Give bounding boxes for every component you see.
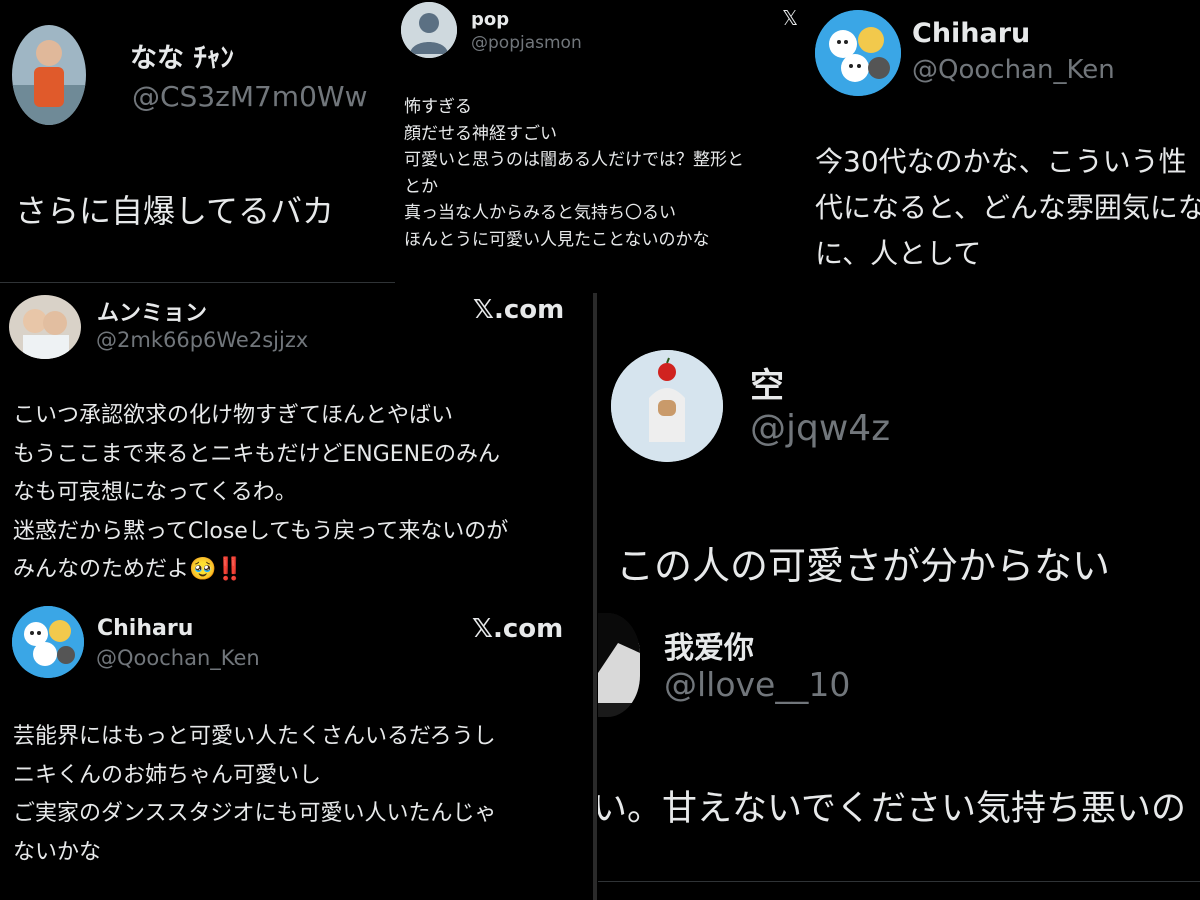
tweet-line: に、人として	[815, 237, 982, 270]
tweet-text: 怖すぎる 顔だせる神経すごい 可愛いと思うのは闇ある人だけでは？整形と とか 真…	[404, 94, 744, 253]
tweet-line: もうここまで来るとニキもだけどENGENEのみん	[13, 441, 501, 467]
default-user-icon	[401, 2, 457, 58]
tweet-line: 怖すぎる	[404, 97, 472, 117]
user-handle[interactable]: @llove__10	[664, 665, 850, 704]
avatar[interactable]	[9, 295, 81, 359]
display-name[interactable]: pop	[471, 9, 509, 30]
user-handle[interactable]: @2mk66p6We2sjjzx	[96, 328, 308, 352]
apple-figure-icon	[611, 350, 723, 462]
tweet-line: ニキくんのお姉ちゃん可愛いし	[13, 762, 322, 788]
tweet-line: さらに自爆してるバカ	[15, 192, 335, 230]
person-photo-icon	[12, 25, 86, 125]
tweet-line: 今30代なのかな、こういう性	[815, 145, 1187, 178]
divider	[598, 881, 1200, 882]
avatar[interactable]	[815, 10, 901, 96]
x-com-logo: 𝕏.com	[472, 614, 564, 644]
dark-hair-person-icon	[598, 613, 640, 717]
avatar[interactable]	[401, 2, 457, 58]
x-logo-icon: 𝕏	[782, 6, 799, 30]
user-handle[interactable]: @Qoochan_Ken	[912, 55, 1115, 85]
tweet-panel-4: ムンミョン @2mk66p6We2sjjzx 𝕏.com こいつ承認欲求の化け物…	[0, 293, 592, 600]
tweet-line: この人の可愛さが分からない	[616, 544, 1111, 588]
tweet-panel-7: 我爱你 @llove__10 い。甘えないでください気持ち悪いの	[598, 603, 1200, 900]
x-com-logo: 𝕏.com	[473, 295, 565, 325]
tweet-text: 芸能界にはもっと可愛い人たくさんいるだろうし ニキくんのお姉ちゃん可愛いし ご実…	[13, 718, 497, 872]
tweet-line: 顔だせる神経すごい	[404, 123, 557, 144]
tweet-line: い。甘えないでください気持ち悪いの	[598, 789, 1186, 829]
tweet-line: ないかな	[13, 839, 102, 865]
tweet-line: ご実家のダンススタジオにも可愛い人いたんじゃ	[13, 801, 497, 826]
display-name[interactable]: 空	[750, 358, 784, 407]
user-handle[interactable]: @jqw4z	[750, 408, 890, 449]
user-handle[interactable]: @Qoochan_Ken	[96, 646, 260, 670]
tweet-line: とか	[404, 176, 438, 197]
tweet-panel-3: Chiharu @Qoochan_Ken 今30代なのかな、こういう性 代になる…	[805, 0, 1200, 293]
tweet-line: 可愛いと思うのは闇ある人だけでは？整形と	[404, 150, 744, 170]
cartoon-characters-icon	[12, 606, 84, 678]
person-photo-icon	[9, 295, 81, 359]
tweet-line: ほんとうに可愛い人見たことないのかな	[404, 229, 710, 250]
tweet-line: 真っ当な人からみると気持ち〇るい	[404, 203, 676, 223]
display-name[interactable]: Chiharu	[97, 616, 193, 641]
display-name[interactable]: なな ﾁｬﾝ	[130, 36, 234, 75]
tweet-text: 今30代なのかな、こういう性 代になると、どんな雰囲気にな に、人として	[815, 139, 1200, 277]
tweet-text: さらに自爆してるバカ	[15, 186, 334, 232]
tweet-line: 芸能界にはもっと可愛い人たくさんいるだろうし	[13, 724, 496, 749]
avatar[interactable]	[12, 606, 84, 678]
divider	[0, 282, 400, 283]
user-handle[interactable]: @CS3zM7m0Ww	[132, 80, 367, 113]
panel-separator	[593, 293, 597, 900]
tweet-panel-6: Chiharu @Qoochan_Ken 𝕏.com 芸能界にはもっと可愛い人た…	[0, 600, 592, 900]
tweet-line: こいつ承認欲求の化け物すぎてほんとやばい	[13, 403, 454, 428]
tweet-text: こいつ承認欲求の化け物すぎてほんとやばい もうここまで来るとニキもだけどENGE…	[13, 397, 508, 590]
tweet-line: なも可哀想になってくるわ。	[13, 480, 297, 505]
tweet-text: い。甘えないでください気持ち悪いの	[598, 780, 1186, 831]
avatar[interactable]	[12, 25, 86, 125]
display-name[interactable]: 我爱你	[664, 623, 754, 667]
tweet-panel-5: 空 @jqw4z この人の可愛さが分からない	[598, 298, 1200, 598]
tweet-line: みんなのためだよ🥹‼️	[13, 557, 244, 582]
avatar[interactable]	[611, 350, 723, 462]
display-name[interactable]: ムンミョン	[97, 295, 207, 327]
display-name[interactable]: Chiharu	[912, 18, 1030, 49]
tweet-panel-1: なな ﾁｬﾝ @CS3zM7m0Ww さらに自爆してるバカ	[0, 0, 400, 290]
tweet-panel-2: pop @popjasmon 𝕏 怖すぎる 顔だせる神経すごい 可愛いと思うのは…	[395, 0, 805, 293]
tweet-text: この人の可愛さが分からない	[616, 535, 1110, 590]
cartoon-characters-icon	[815, 10, 901, 96]
user-handle[interactable]: @popjasmon	[471, 33, 582, 53]
tweet-line: 迷惑だから黙ってCloseしてもう戻って来ないのが	[13, 518, 509, 544]
avatar[interactable]	[598, 613, 640, 717]
tweet-line: 代になると、どんな雰囲気にな	[815, 191, 1200, 224]
